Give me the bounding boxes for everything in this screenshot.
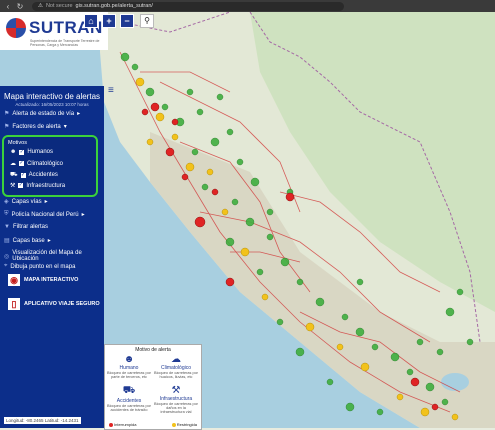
app-label: APLICATIVO VIAJE SEGURO bbox=[24, 301, 100, 307]
checkbox-label: Humanos bbox=[27, 149, 54, 155]
checkbox-infraestructura[interactable]: ⚒ ✓ Infraestructura bbox=[10, 182, 66, 190]
app-mapa-interactivo[interactable]: ◉ MAPA INTERACTIVO bbox=[8, 274, 78, 286]
menu-label: Visualización del Mapa de Ubicación bbox=[12, 250, 82, 262]
pin-icon: ⌖ bbox=[4, 263, 8, 269]
motivos-box: Motivos ☻ ✓ Humanos ☁ ✓ Climatológico ⛟ … bbox=[2, 135, 98, 197]
menu-ubicacion[interactable]: ◎ Visualización del Mapa de Ubicación bbox=[4, 250, 104, 262]
caret-right-icon: ▸ bbox=[44, 199, 48, 205]
caret-down-icon: ▾ bbox=[63, 124, 67, 130]
checkbox-accidentes[interactable]: ⛟ ✓ Accidentes bbox=[10, 171, 58, 179]
menu-alerta-estado[interactable]: ⚑ Alerta de estado de vía ▸ bbox=[4, 110, 81, 118]
panel-updated: Actualizado: 16/05/2023 10:07 horas bbox=[15, 102, 89, 107]
security-label: Not secure bbox=[45, 3, 73, 9]
shield-icon: ⛨ bbox=[4, 211, 9, 217]
map-controls: ⌂ + − bbox=[84, 14, 134, 28]
legend-desc: Bloqueo de carreteras por daños en la in… bbox=[154, 402, 198, 414]
menu-factores[interactable]: ⚑ Factores de alerta ▾ bbox=[4, 123, 67, 131]
caret-right-icon: ▸ bbox=[81, 212, 85, 218]
status-restringida: Restringida bbox=[171, 422, 197, 427]
checkbox-label: Infraestructura bbox=[26, 182, 66, 189]
road-icon: ⚒ bbox=[171, 385, 181, 396]
check-icon[interactable]: ✓ bbox=[20, 172, 26, 178]
reload-icon[interactable]: ↻ bbox=[16, 2, 24, 11]
map-app-icon: ◉ bbox=[8, 274, 20, 286]
menu-filtrar[interactable]: ▼ Filtrar alertas bbox=[4, 224, 48, 230]
menu-label: Capas vías bbox=[11, 198, 42, 205]
filter-icon: ▼ bbox=[4, 224, 10, 230]
search-icon[interactable]: ⚲ bbox=[140, 14, 154, 28]
cloud-icon: ☁ bbox=[10, 161, 16, 167]
car-crash-icon: ⛟ bbox=[122, 385, 136, 396]
zoom-out-button[interactable]: − bbox=[120, 14, 134, 28]
car-crash-icon: ⛟ bbox=[10, 172, 18, 178]
target-icon: ◎ bbox=[4, 253, 10, 260]
legend-infraestructura: ⚒ Infraestructura Bloqueo de carreteras … bbox=[154, 385, 198, 414]
checkbox-climatologico[interactable]: ☁ ✓ Climatológico bbox=[10, 160, 64, 168]
menu-label: Policía Nacional del Perú bbox=[11, 211, 79, 218]
caret-right-icon: ▸ bbox=[77, 111, 81, 117]
status-interrumpida: Interrumpida bbox=[109, 422, 136, 427]
menu-label: Alerta de estado de vía bbox=[12, 110, 75, 117]
yellow-dot-icon bbox=[171, 422, 176, 427]
menu-label: Dibuja punto en el mapa bbox=[10, 263, 76, 270]
check-icon[interactable]: ✓ bbox=[19, 161, 24, 166]
panel-title: Mapa interactivo de alertas bbox=[3, 92, 101, 101]
phone-app-icon: ▯ bbox=[8, 298, 20, 310]
legend-title: Motivo de alerta bbox=[135, 347, 171, 353]
legend-desc: Bloqueo de carreteras por accidentes de … bbox=[107, 404, 151, 412]
app-label: MAPA INTERACTIVO bbox=[24, 277, 79, 283]
red-dot-icon bbox=[109, 422, 113, 427]
checkbox-humanos[interactable]: ☻ ✓ Humanos bbox=[10, 149, 53, 155]
menu-label: Filtrar alertas bbox=[12, 224, 48, 230]
app-viaje-seguro[interactable]: ▯ APLICATIVO VIAJE SEGURO bbox=[8, 298, 100, 310]
factors-icon: ⚑ bbox=[4, 124, 10, 130]
home-button[interactable]: ⌂ bbox=[84, 14, 98, 28]
road-icon: ⚒ bbox=[10, 183, 16, 189]
legend-accidentes: ⛟ Accidentes Bloqueo de carreteras por a… bbox=[107, 385, 151, 412]
menu-dibuja[interactable]: ⌖ Dibuja punto en el mapa bbox=[4, 263, 75, 270]
menu-icon[interactable]: ≡ bbox=[108, 86, 118, 96]
menu-pnp[interactable]: ⛨ Policía Nacional del Perú ▸ bbox=[4, 211, 85, 218]
layers-icon: ◈ bbox=[4, 199, 9, 205]
back-icon[interactable]: ‹ bbox=[4, 2, 12, 11]
url-text: gis.sutran.gob.pe/alerta_sutran/ bbox=[75, 3, 153, 9]
logo-mark-icon bbox=[6, 18, 26, 38]
motivos-label: Motivos bbox=[8, 140, 27, 146]
logo-subtitle: Superintendencia de Transporte Terrestre… bbox=[30, 39, 100, 47]
legend-climatologico: ☁ Climatológico Bloqueo de carreteras po… bbox=[154, 354, 198, 379]
warning-icon: ⚠ bbox=[38, 3, 43, 9]
status-label: Restringida bbox=[176, 422, 197, 427]
address-bar[interactable]: ⚠ Not secure gis.sutran.gob.pe/alerta_su… bbox=[32, 1, 344, 11]
menu-capas-vias[interactable]: ◈ Capas vías ▸ bbox=[4, 198, 48, 206]
check-icon[interactable]: ✓ bbox=[19, 149, 25, 155]
coordinates-readout: Longitud: -80.2465 Latitud: -14.2431 bbox=[4, 417, 81, 424]
sidebar: Mapa interactivo de alertas Actualizado:… bbox=[0, 86, 104, 428]
map-icon: ▤ bbox=[4, 238, 10, 244]
checkbox-label: Accidentes bbox=[28, 172, 58, 178]
road-status-icon: ⚑ bbox=[4, 111, 10, 117]
legend-desc: Bloqueo de carreteras por huaicos, lluvi… bbox=[154, 371, 198, 379]
checkbox-label: Climatológico bbox=[27, 160, 64, 167]
browser-toolbar: ‹ ↻ ⚠ Not secure gis.sutran.gob.pe/alert… bbox=[0, 0, 495, 12]
caret-right-icon: ▸ bbox=[47, 238, 51, 244]
legend-status: Interrumpida Restringida bbox=[109, 422, 197, 427]
legend-humano: ☻ Humano Bloqueo de carreteras por parte… bbox=[107, 354, 151, 379]
menu-label: Capas base bbox=[12, 237, 45, 244]
menu-label: Factores de alerta bbox=[12, 123, 61, 130]
person-icon: ☻ bbox=[123, 354, 135, 365]
status-label: Interrumpida bbox=[114, 422, 137, 427]
legend-desc: Bloqueo de carreteras por parte de terce… bbox=[107, 371, 151, 379]
menu-capas-base[interactable]: ▤ Capas base ▸ bbox=[4, 237, 51, 245]
legend-panel: Motivo de alerta ☻ Humano Bloqueo de car… bbox=[104, 344, 202, 430]
cloud-icon: ☁ bbox=[171, 354, 181, 365]
check-icon[interactable]: ✓ bbox=[18, 183, 24, 188]
zoom-in-button[interactable]: + bbox=[102, 14, 116, 28]
person-icon: ☻ bbox=[10, 149, 17, 155]
